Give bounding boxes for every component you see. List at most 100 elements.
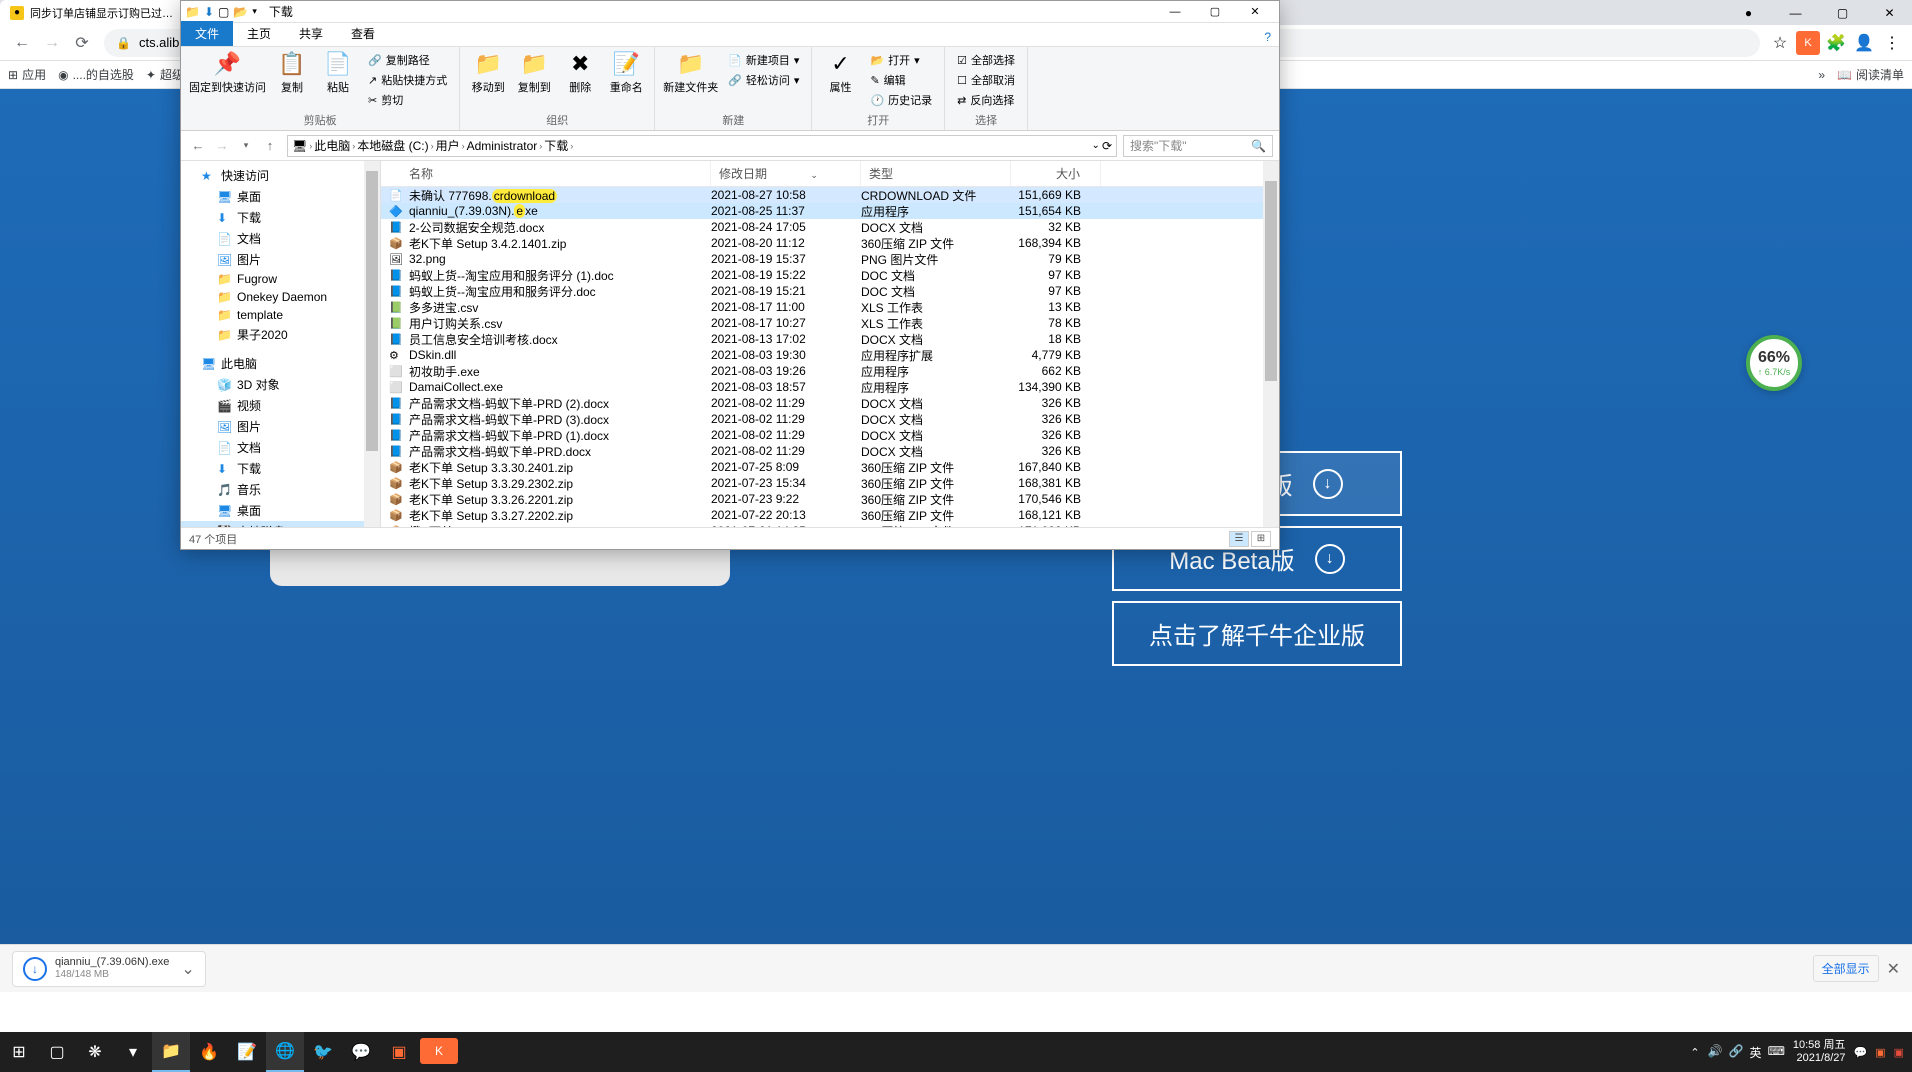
nav-template[interactable]: 📁template — [181, 306, 380, 324]
file-row[interactable]: 📗多多进宝.csv2021-08-17 11:00XLS 工作表13 KB — [381, 299, 1279, 315]
nav-documents[interactable]: 📄文档 — [181, 228, 380, 249]
copyto-button[interactable]: 📁复制到 — [514, 51, 554, 95]
icons-view-icon[interactable]: ⊞ — [1251, 531, 1271, 547]
nav-downloads2[interactable]: ⬇下载 — [181, 458, 380, 479]
clock[interactable]: 10:58 周五 2021/8/27 — [1793, 1039, 1846, 1065]
qat-down-icon[interactable]: ⬇ — [204, 5, 214, 19]
newfolder-button[interactable]: 📁新建文件夹 — [663, 51, 718, 95]
enterprise-button[interactable]: 点击了解千牛企业版 — [1112, 601, 1402, 666]
nav-this-pc[interactable]: 🖥此电脑 — [181, 353, 380, 374]
download-bar-close-icon[interactable]: ✕ — [1887, 959, 1900, 979]
nav-guozi[interactable]: 📁果子2020 — [181, 324, 380, 345]
pin-button[interactable]: 📌固定到快速访问 — [189, 51, 266, 95]
forward-icon[interactable]: → — [38, 29, 66, 57]
perf-widget[interactable]: 66% ↑ 6.7K/s — [1746, 335, 1802, 391]
easy-access-button[interactable]: 🔗轻松访问 ▾ — [724, 71, 803, 89]
nav-fugrow[interactable]: 📁Fugrow — [181, 270, 380, 288]
copy-button[interactable]: 📋复制 — [272, 51, 312, 95]
network-icon[interactable]: 🔗 — [1729, 1044, 1744, 1061]
taskbar-chrome[interactable]: 🌐 — [266, 1032, 304, 1072]
chrome-minimize-icon[interactable]: — — [1773, 0, 1818, 25]
search-box[interactable]: 搜索"下载" 🔍 — [1123, 135, 1273, 157]
apps-button[interactable]: ⊞ 应用 — [8, 66, 46, 83]
file-row[interactable]: 📦老K下单 Setup 3.3.26.2201.zip2021-07-23 9:… — [381, 491, 1279, 507]
file-row[interactable]: ⚙DSkin.dll2021-08-03 19:30应用程序扩展4,779 KB — [381, 347, 1279, 363]
file-row[interactable]: 📗用户订购关系.csv2021-08-17 10:27XLS 工作表78 KB — [381, 315, 1279, 331]
nav-downloads[interactable]: ⬇下载 — [181, 207, 380, 228]
taskbar-app-7[interactable]: K — [420, 1038, 458, 1064]
recent-dropdown-icon[interactable]: ▾ — [235, 135, 257, 157]
ext-k-icon[interactable]: K — [1796, 31, 1820, 55]
nav-pictures[interactable]: 🖼图片 — [181, 249, 380, 270]
col-date[interactable]: 修改日期 ⌄ — [711, 161, 861, 186]
qat-dropdown-icon[interactable]: ▾ — [252, 6, 257, 17]
file-row[interactable]: 📄未确认 777698.crdownload2021-08-27 10:58CR… — [381, 187, 1279, 203]
properties-button[interactable]: ✓属性 — [820, 51, 860, 95]
task-view-icon[interactable]: ▢ — [38, 1032, 76, 1072]
delete-button[interactable]: ✖删除 — [560, 51, 600, 95]
file-row[interactable]: 🖼32.png2021-08-19 15:37PNG 图片文件79 KB — [381, 251, 1279, 267]
tray-app-1[interactable]: ▣ — [1875, 1046, 1885, 1059]
ribbon-help-icon[interactable]: ? — [1256, 28, 1279, 46]
crumb-administrator[interactable]: Administrator› — [467, 139, 543, 153]
file-row[interactable]: 📘蚂蚁上货--淘宝应用和服务评分.doc2021-08-19 15:21DOC … — [381, 283, 1279, 299]
back-icon[interactable]: ← — [8, 29, 36, 57]
tab-share[interactable]: 共享 — [285, 21, 337, 46]
tab-view[interactable]: 查看 — [337, 21, 389, 46]
close-icon[interactable]: ✕ — [1235, 1, 1275, 23]
history-button[interactable]: 🕐历史记录 — [866, 91, 936, 109]
taskbar-app-6[interactable]: ▣ — [380, 1032, 418, 1072]
refresh-icon[interactable]: ⟳ — [1102, 139, 1112, 153]
start-button[interactable]: ⊞ — [0, 1032, 38, 1072]
select-none-button[interactable]: ☐全部取消 — [953, 71, 1019, 89]
star-icon[interactable]: ☆ — [1768, 31, 1792, 55]
nav-onekey[interactable]: 📁Onekey Daemon — [181, 288, 380, 306]
file-row[interactable]: 🔷qianniu_(7.39.03N).exe2021-08-25 11:37应… — [381, 203, 1279, 219]
file-row[interactable]: 📘2-公司数据安全规范.docx2021-08-24 17:05DOCX 文档3… — [381, 219, 1279, 235]
minimize-icon[interactable]: — — [1155, 1, 1195, 23]
notification-icon[interactable]: 💬 — [1853, 1046, 1867, 1059]
extensions-icon[interactable]: 🧩 — [1824, 31, 1848, 55]
file-row[interactable]: 📦老K下单 Setup 3.4.2.1401.zip2021-08-20 11:… — [381, 235, 1279, 251]
profile-icon[interactable]: 👤 — [1852, 31, 1876, 55]
open-button[interactable]: 📂打开 ▾ — [866, 51, 936, 69]
taskbar-app-3[interactable]: 🔥 — [190, 1032, 228, 1072]
bookmarks-overflow-icon[interactable]: » — [1818, 68, 1825, 82]
file-row[interactable]: 📘蚂蚁上货--淘宝应用和服务评分 (1).doc2021-08-19 15:22… — [381, 267, 1279, 283]
file-row[interactable]: 📘产品需求文档-蚂蚁下单-PRD (2).docx2021-08-02 11:2… — [381, 395, 1279, 411]
nav-scrollbar[interactable] — [364, 161, 380, 527]
nav-3d-objects[interactable]: 🧊3D 对象 — [181, 374, 380, 395]
taskbar-app-4[interactable]: 📝 — [228, 1032, 266, 1072]
crumb-this-pc[interactable]: 此电脑› — [314, 137, 355, 154]
download-dropdown-icon[interactable]: ⌄ — [181, 959, 194, 979]
keyboard-icon[interactable]: ⌨ — [1768, 1044, 1785, 1061]
nav-pictures2[interactable]: 🖼图片 — [181, 416, 380, 437]
nav-pane[interactable]: ★快速访问 🖥桌面 ⬇下载 📄文档 🖼图片 📁Fugrow 📁Onekey Da… — [181, 161, 381, 527]
file-row[interactable]: ⬜初妆助手.exe2021-08-03 19:26应用程序662 KB — [381, 363, 1279, 379]
reading-list-button[interactable]: 📖 阅读清单 — [1837, 66, 1904, 83]
nav-desktop[interactable]: 🖥桌面 — [181, 186, 380, 207]
nav-music[interactable]: 🎵音乐 — [181, 479, 380, 500]
menu-icon[interactable]: ⋮ — [1880, 31, 1904, 55]
paste-shortcut-button[interactable]: ↗粘贴快捷方式 — [364, 71, 451, 89]
file-row[interactable]: 📦橙E下单setup_for_win.zip2021-07-21 14:2536… — [381, 523, 1279, 527]
select-all-button[interactable]: ☑全部选择 — [953, 51, 1019, 69]
file-row[interactable]: 📘产品需求文档-蚂蚁下单-PRD.docx2021-08-02 11:29DOC… — [381, 443, 1279, 459]
tab-home[interactable]: 主页 — [233, 21, 285, 46]
taskbar-app-2[interactable]: ▾ — [114, 1032, 152, 1072]
newitem-button[interactable]: 📄新建项目 ▾ — [724, 51, 803, 69]
forward-icon[interactable]: → — [211, 135, 233, 157]
nav-documents2[interactable]: 📄文档 — [181, 437, 380, 458]
tray-chevron-icon[interactable]: ⌃ — [1690, 1046, 1699, 1059]
details-view-icon[interactable]: ☰ — [1229, 531, 1249, 547]
taskbar-explorer[interactable]: 📁 — [152, 1032, 190, 1072]
ime-label[interactable]: 英 — [1750, 1044, 1762, 1061]
file-row[interactable]: ⬜DamaiCollect.exe2021-08-03 18:57应用程序134… — [381, 379, 1279, 395]
nav-quick-access[interactable]: ★快速访问 — [181, 165, 380, 186]
crumb-users[interactable]: 用户› — [436, 137, 465, 154]
nav-videos[interactable]: 🎬视频 — [181, 395, 380, 416]
taskbar-wechat[interactable]: 💬 — [342, 1032, 380, 1072]
file-row[interactable]: 📘员工信息安全培训考核.docx2021-08-13 17:02DOCX 文档1… — [381, 331, 1279, 347]
moveto-button[interactable]: 📁移动到 — [468, 51, 508, 95]
col-size[interactable]: 大小 — [1011, 161, 1101, 186]
